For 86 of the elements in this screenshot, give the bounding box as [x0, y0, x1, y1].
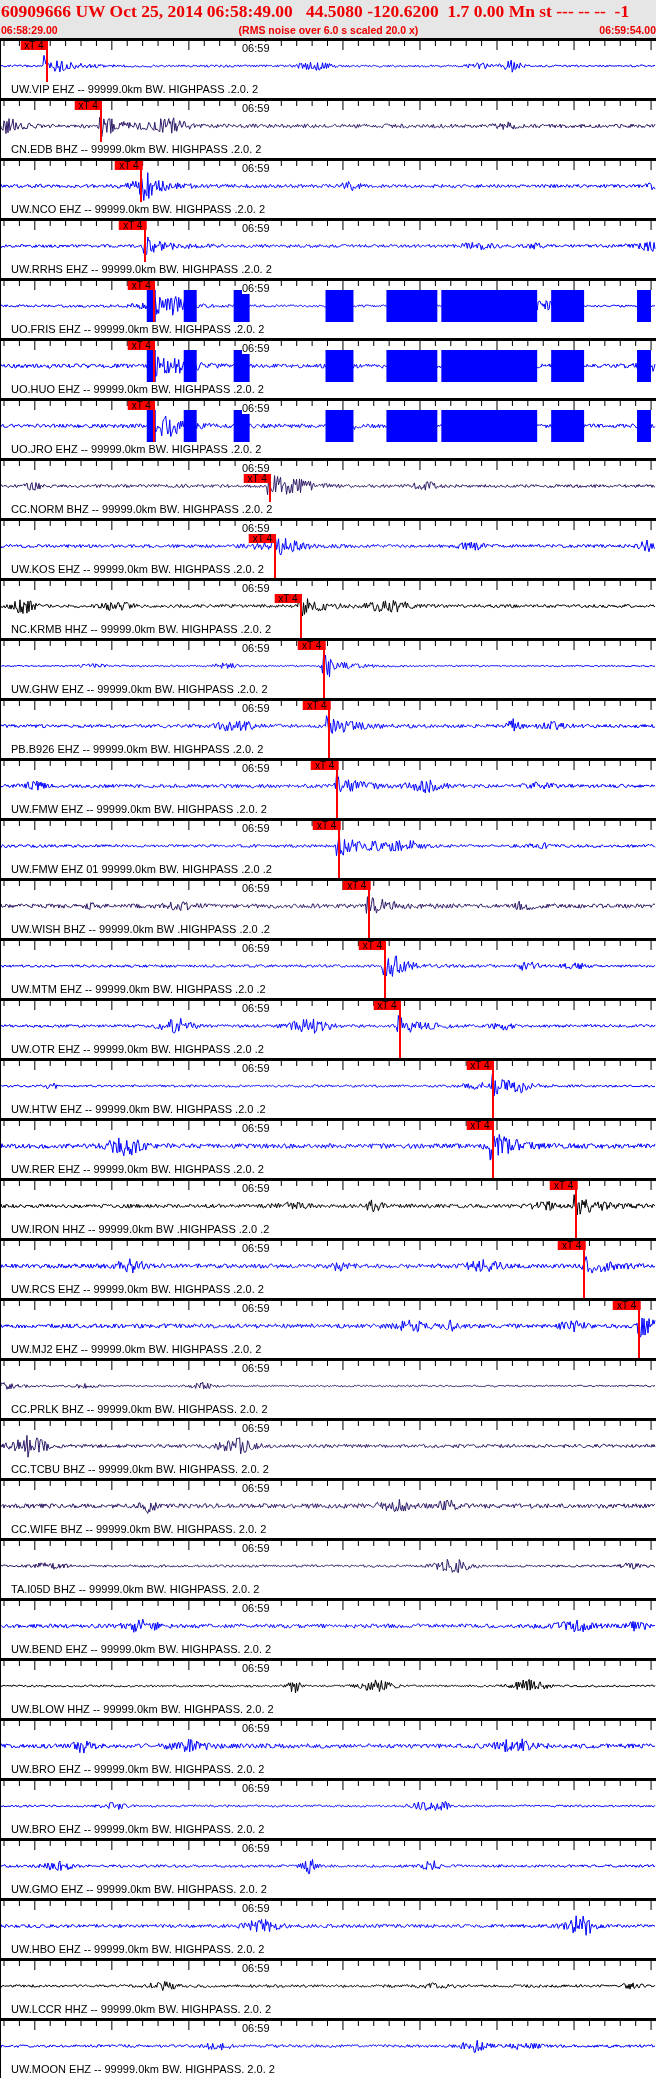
time-label: 06:59 — [242, 1242, 270, 1254]
end-time: 06:59:54.00 — [599, 23, 656, 36]
event-title: 60909666 UW Oct 25, 2014 06:58:49.00 44.5080 -120.6200 1.7 0.00 Mn st --- -- -- -1 — [1, 0, 631, 22]
pick-label: xT 4 — [343, 881, 371, 890]
time-label: 06:59 — [242, 222, 270, 234]
channel-label: UO.HUO EHZ -- 99999.0km BW. HIGHPASS .2.0. 2 — [11, 382, 264, 398]
clipped-signal-block — [551, 290, 585, 322]
pick-label: xT 4 — [358, 941, 387, 950]
time-label: 06:59 — [242, 1482, 270, 1494]
pick-label: xT 4 — [613, 1301, 641, 1310]
clipped-signal-block — [551, 350, 585, 382]
time-label: 06:59 — [242, 1722, 270, 1734]
channel-label: CC.NORM BHZ -- 99999.0km BW. HIGHPASS .2.0. 2 — [11, 502, 273, 518]
time-label: 06:59 — [242, 1122, 270, 1134]
pick-label: xT 4 — [550, 1181, 578, 1190]
time-label: 06:59 — [242, 822, 270, 834]
time-label: 06:59 — [242, 162, 270, 174]
start-time: 06:58:29.00 — [1, 23, 58, 36]
clipped-signal-block — [233, 410, 250, 442]
pick-label: xT 4 — [127, 341, 155, 350]
pick-label: xT 4 — [311, 761, 339, 770]
scale-note: (RMS noise over 6.0 s scaled 20.0 x) — [238, 23, 419, 36]
time-label: 06:59 — [242, 1662, 270, 1674]
time-label: 06:59 — [242, 402, 270, 414]
time-label: 06:59 — [242, 1302, 270, 1314]
pick-label: xT 4 — [466, 1061, 494, 1070]
time-label: 06:59 — [242, 1842, 270, 1854]
clipped-signal-block — [233, 290, 250, 322]
time-label: 06:59 — [242, 1782, 270, 1794]
time-label: 06:59 — [242, 1602, 270, 1614]
time-label: 06:59 — [242, 2022, 270, 2034]
clipped-signal-block — [325, 350, 354, 382]
channel-label: UW.VIP EHZ -- 99999.0km BW. HIGHPASS .2.0. 2 — [11, 82, 259, 98]
time-label: 06:59 — [242, 42, 270, 54]
pick-label: xT 4 — [115, 161, 143, 170]
time-label: 06:59 — [242, 342, 270, 354]
time-label: 06:59 — [242, 1362, 270, 1374]
time-label: 06:59 — [242, 882, 270, 894]
pick-label: xT 4 — [74, 101, 102, 110]
clipped-signal-block — [551, 410, 585, 442]
clipped-signal-block — [183, 410, 197, 442]
time-label: 06:59 — [242, 1182, 270, 1194]
pick-label: xT 4 — [303, 701, 331, 710]
time-label: 06:59 — [242, 522, 270, 534]
clipped-signal-block — [183, 290, 197, 322]
pick-label: xT 4 — [20, 41, 48, 50]
time-label: 06:59 — [242, 702, 270, 714]
pick-label: xT 4 — [557, 1241, 586, 1250]
pick-label: xT 4 — [243, 474, 271, 483]
time-label: 06:59 — [242, 1902, 270, 1914]
pick-label: xT 4 — [313, 821, 341, 830]
channel-label: UW.RRHS EHZ -- 99999.0km BW. HIGHPASS .2.0. 2 — [11, 262, 272, 278]
time-label: 06:59 — [242, 1002, 270, 1014]
channel-label: UO.JRO EHZ -- 99999.0km BW. HIGHPASS .2.0. 2 — [11, 442, 262, 458]
clipped-signal-block — [637, 410, 651, 442]
pick-label: xT 4 — [274, 594, 302, 603]
time-label: 06:59 — [242, 282, 270, 294]
pick-label: xT 4 — [127, 401, 155, 410]
time-label: 06:59 — [242, 942, 270, 954]
clipped-signal-block — [325, 410, 354, 442]
clipped-signal-block — [637, 350, 651, 382]
pick-label: xT 4 — [373, 1001, 401, 1010]
clipped-signal-block — [183, 350, 197, 382]
channel-label: UW.NCO EHZ -- 99999.0km BW. HIGHPASS .2.0. 2 — [11, 202, 266, 218]
clipped-signal-block — [386, 290, 438, 322]
time-label: 06:59 — [242, 582, 270, 594]
time-label: 06:59 — [242, 102, 270, 114]
channel-label: CN.EDB BHZ -- 99999.0km BW. HIGHPASS .2.0. 2 — [11, 142, 262, 158]
channel-label: UO.FRIS EHZ -- 99999.0km BW. HIGHPASS .2.0. 2 — [11, 322, 265, 338]
pick-label: xT 4 — [127, 281, 155, 290]
time-label: 06:59 — [242, 462, 270, 474]
time-label: 06:59 — [242, 1542, 270, 1554]
clipped-signal-block — [233, 350, 250, 382]
time-label: 06:59 — [242, 1422, 270, 1434]
clipped-signal-block — [637, 290, 651, 322]
time-label: 06:59 — [242, 1062, 270, 1074]
clipped-signal-block — [386, 410, 438, 442]
clipped-signal-block — [325, 290, 354, 322]
time-label: 06:59 — [242, 762, 270, 774]
pick-label: xT 4 — [297, 641, 326, 650]
clipped-signal-block — [386, 350, 438, 382]
pick-label: xT 4 — [466, 1121, 494, 1130]
pick-label: xT 4 — [248, 534, 277, 543]
time-label: 06:59 — [242, 1962, 270, 1974]
time-label: 06:59 — [242, 642, 270, 654]
pick-label: xT 4 — [119, 221, 147, 230]
